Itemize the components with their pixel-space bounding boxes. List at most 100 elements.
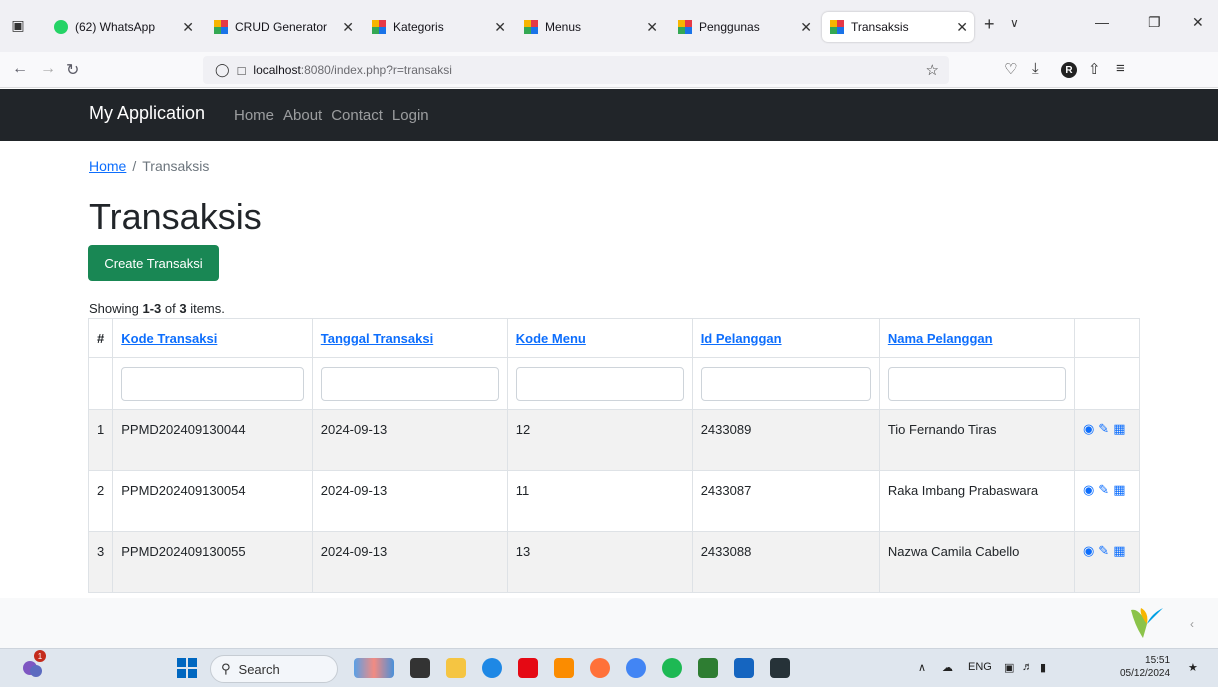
cell-kode-menu: 12 xyxy=(506,409,693,471)
cloud-icon[interactable]: ☁ xyxy=(942,661,953,674)
cell-tanggal-transaksi: 2024-09-13 xyxy=(311,409,508,471)
url-bar[interactable]: ◯ □ localhost:8080/index.php?r=transaksi… xyxy=(203,56,949,84)
filter-cell xyxy=(506,357,693,410)
eye-icon[interactable]: ◉ xyxy=(1083,483,1094,497)
restore-icon[interactable]: ❐ xyxy=(1148,14,1161,31)
battery-icon[interactable]: ▮ xyxy=(1040,661,1046,674)
sort-id-pelanggan-link[interactable]: Id Pelanggan xyxy=(701,331,782,346)
sort-kode-menu-link[interactable]: Kode Menu xyxy=(516,331,586,346)
windows-taskbar: ⚲ Search ∧ ☁ ENG ▣ ♬ ▮ ★ xyxy=(0,648,1218,687)
nav-login[interactable]: Login xyxy=(392,107,429,124)
network-icon[interactable]: ▣ xyxy=(1004,661,1014,674)
widgets-icon[interactable] xyxy=(354,658,394,678)
firefox-icon[interactable] xyxy=(590,658,610,678)
share-icon[interactable]: ⇧ xyxy=(1088,60,1101,78)
cell-nama-pelanggan: Tio Fernando Tiras xyxy=(878,409,1075,471)
chevron-up-icon[interactable]: ∧ xyxy=(918,661,926,674)
tab-label: Penggunas xyxy=(699,20,760,34)
eye-icon[interactable]: ◉ xyxy=(1083,544,1094,558)
tab-menus[interactable]: Menus ✕ xyxy=(516,12,664,42)
tab-list-icon[interactable]: ▣ xyxy=(8,15,28,35)
reload-icon[interactable]: ↻ xyxy=(66,60,79,80)
forward-icon[interactable]: → xyxy=(40,60,56,78)
pocket-icon[interactable]: ♡ xyxy=(1004,60,1017,78)
notification-bell-icon[interactable]: ★ xyxy=(1188,661,1198,674)
minimize-icon[interactable]: — xyxy=(1095,14,1109,30)
task-view-icon[interactable] xyxy=(410,658,430,678)
sort-kode-transaksi-link[interactable]: Kode Transaksi xyxy=(121,331,217,346)
table-row: 1 PPMD202409130044 2024-09-13 12 2433089… xyxy=(87,409,1141,471)
tab-transaksis[interactable]: Transaksis ✕ xyxy=(822,12,974,42)
filter-nama-pelanggan-input[interactable] xyxy=(887,366,1066,401)
taskbar-search-label: Search xyxy=(238,661,280,677)
xampp-icon[interactable] xyxy=(554,658,574,678)
bookmark-star-icon[interactable]: ☆ xyxy=(926,61,939,79)
taskbar-clock[interactable]: 15:51 05/12/2024 xyxy=(1120,654,1170,680)
breadcrumb-current: Transaksis xyxy=(142,158,210,174)
page-icon: □ xyxy=(237,62,246,78)
pencil-icon[interactable]: ✎ xyxy=(1098,483,1109,497)
cell-id-pelanggan: 2433089 xyxy=(691,409,880,471)
close-tab-icon[interactable]: ✕ xyxy=(494,19,506,36)
filter-kode-menu-input[interactable] xyxy=(515,366,684,401)
tab-label: (62) WhatsApp xyxy=(75,20,156,34)
nav-links: Home About Contact Login xyxy=(234,107,429,124)
spotify-icon[interactable] xyxy=(662,658,682,678)
terminal-icon[interactable] xyxy=(770,658,790,678)
filter-tanggal-transaksi-input[interactable] xyxy=(320,366,499,401)
close-tab-icon[interactable]: ✕ xyxy=(956,19,968,36)
yii-icon xyxy=(830,20,844,34)
create-transaksi-button[interactable]: Create Transaksi xyxy=(88,245,219,281)
back-icon[interactable]: ← xyxy=(12,60,28,78)
breadcrumb-home[interactable]: Home xyxy=(89,158,126,174)
shield-icon[interactable]: ◯ xyxy=(215,62,230,78)
downloads-icon[interactable]: ⤓ xyxy=(1032,60,1039,77)
pencil-icon[interactable]: ✎ xyxy=(1098,544,1109,558)
filter-kode-transaksi-input[interactable] xyxy=(121,366,304,401)
menu-icon[interactable]: ≡ xyxy=(1116,60,1125,77)
table-row: 2 PPMD202409130054 2024-09-13 11 2433087… xyxy=(87,470,1141,532)
sort-nama-pelanggan-link[interactable]: Nama Pelanggan xyxy=(888,331,993,346)
account-avatar[interactable]: R xyxy=(1061,62,1077,78)
nav-contact[interactable]: Contact xyxy=(331,107,383,124)
eye-icon[interactable]: ◉ xyxy=(1083,422,1094,436)
nav-home[interactable]: Home xyxy=(234,107,274,124)
trash-icon[interactable]: ▦ xyxy=(1113,483,1125,497)
file-explorer-icon[interactable] xyxy=(446,658,466,678)
windows-start-icon[interactable] xyxy=(177,658,197,678)
taskbar-search[interactable]: ⚲ Search xyxy=(210,655,338,683)
table-header-row: # Kode Transaksi Tanggal Transaksi Kode … xyxy=(87,318,1141,358)
edge-icon[interactable] xyxy=(482,658,502,678)
tab-whatsapp[interactable]: (62) WhatsApp ✕ xyxy=(46,12,200,42)
cell-id-pelanggan: 2433088 xyxy=(691,531,880,593)
close-tab-icon[interactable]: ✕ xyxy=(800,19,812,36)
tab-crud-generator[interactable]: CRUD Generator ✕ xyxy=(206,12,360,42)
volume-icon[interactable]: ♬ xyxy=(1022,661,1033,673)
chevron-left-icon[interactable]: ‹ xyxy=(1190,617,1194,631)
trash-icon[interactable]: ▦ xyxy=(1113,544,1125,558)
cell-kode-menu: 13 xyxy=(506,531,693,593)
notepad-icon[interactable] xyxy=(698,658,718,678)
sort-tanggal-transaksi-link[interactable]: Tanggal Transaksi xyxy=(321,331,433,346)
breadcrumb: Home / Transaksis xyxy=(89,158,209,174)
brand-link[interactable]: My Application xyxy=(89,103,205,124)
filter-id-pelanggan-input[interactable] xyxy=(700,366,871,401)
netflix-icon[interactable] xyxy=(518,658,538,678)
chevron-down-icon[interactable]: ∨ xyxy=(1010,16,1019,30)
language-indicator[interactable]: ENG xyxy=(968,661,992,673)
trash-icon[interactable]: ▦ xyxy=(1113,422,1125,436)
cell-actions: ◉ ✎ ▦ xyxy=(1073,470,1141,532)
summary-range: 1-3 xyxy=(142,301,162,316)
close-tab-icon[interactable]: ✕ xyxy=(182,19,194,36)
new-tab-icon[interactable]: + xyxy=(984,14,995,35)
nav-about[interactable]: About xyxy=(283,107,322,124)
close-window-icon[interactable]: ✕ xyxy=(1192,14,1204,31)
tab-kategoris[interactable]: Kategoris ✕ xyxy=(364,12,512,42)
photos-icon[interactable] xyxy=(734,658,754,678)
close-tab-icon[interactable]: ✕ xyxy=(342,19,354,36)
close-tab-icon[interactable]: ✕ xyxy=(646,19,658,36)
tab-label: Menus xyxy=(545,20,582,34)
chrome-icon[interactable] xyxy=(626,658,646,678)
tab-penggunas[interactable]: Penggunas ✕ xyxy=(670,12,818,42)
pencil-icon[interactable]: ✎ xyxy=(1098,422,1109,436)
